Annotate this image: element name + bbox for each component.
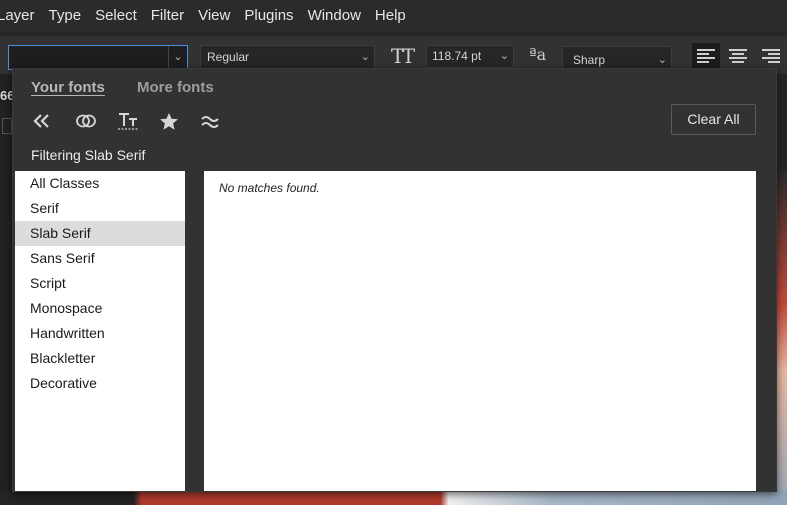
- font-filter-toolbar: [33, 109, 243, 133]
- font-size-icon: TT: [391, 44, 415, 68]
- chevrons-left-icon[interactable]: [33, 109, 75, 133]
- class-item-monospace[interactable]: Monospace: [15, 296, 185, 321]
- ruler-fragment: [2, 118, 12, 134]
- menu-select[interactable]: Select: [88, 1, 144, 31]
- class-item-script[interactable]: Script: [15, 271, 185, 296]
- filter-status-label: Filtering Slab Serif: [31, 147, 146, 163]
- document-area-edge: [0, 74, 12, 505]
- menu-view[interactable]: View: [191, 1, 237, 31]
- class-item-slab-serif[interactable]: Slab Serif: [15, 221, 185, 246]
- font-style-value: Regular: [207, 50, 250, 64]
- anti-alias-icon: ªa: [529, 45, 547, 64]
- menu-help[interactable]: Help: [368, 1, 413, 31]
- tab-more-fonts[interactable]: More fonts: [137, 79, 214, 96]
- class-item-blackletter[interactable]: Blackletter: [15, 346, 185, 371]
- class-item-decorative[interactable]: Decorative: [15, 371, 185, 396]
- class-item-sans-serif[interactable]: Sans Serif: [15, 246, 185, 271]
- font-results-list[interactable]: No matches found.: [204, 171, 756, 491]
- tab-your-fonts[interactable]: Your fonts: [31, 79, 105, 96]
- menu-layer[interactable]: Layer: [0, 1, 42, 31]
- class-item-serif[interactable]: Serif: [15, 196, 185, 221]
- chevron-down-icon: ⌄: [360, 51, 370, 63]
- anti-alias-value: Sharp: [573, 53, 606, 67]
- align-center-icon[interactable]: [729, 49, 747, 65]
- class-item-handwritten[interactable]: Handwritten: [15, 321, 185, 346]
- align-left-icon: [697, 49, 715, 65]
- clear-all-button[interactable]: Clear All: [671, 104, 756, 135]
- menu-plugins[interactable]: Plugins: [237, 1, 300, 31]
- creative-cloud-icon[interactable]: [75, 109, 117, 133]
- font-size-value: 118.74 pt: [432, 49, 482, 63]
- chevron-down-icon: ⌄: [499, 50, 509, 62]
- font-size-input[interactable]: 118.74 pt ⌄: [426, 45, 514, 68]
- font-class-list: All Classes Serif Slab Serif Sans Serif …: [15, 171, 185, 491]
- approx-icon[interactable]: [201, 109, 243, 133]
- similar-fonts-icon[interactable]: [117, 109, 159, 133]
- no-matches-message: No matches found.: [219, 181, 320, 195]
- font-style-select[interactable]: Regular ⌄: [200, 45, 375, 70]
- font-family-input[interactable]: ⌄: [8, 45, 188, 70]
- photoshop-window: Layer Type Select Filter View Plugins Wi…: [0, 0, 787, 505]
- menu-type[interactable]: Type: [42, 1, 89, 31]
- menu-filter[interactable]: Filter: [144, 1, 191, 31]
- font-dropdown-panel: Your fonts More fonts Clear All Filterin…: [12, 68, 777, 492]
- menu-bar: Layer Type Select Filter View Plugins Wi…: [0, 0, 787, 32]
- menu-window[interactable]: Window: [301, 1, 368, 31]
- class-item-all-classes[interactable]: All Classes: [15, 171, 185, 196]
- chevron-down-icon[interactable]: ⌄: [168, 46, 187, 69]
- align-right-icon[interactable]: [762, 49, 780, 65]
- star-icon[interactable]: [159, 109, 201, 133]
- canvas-photo-bottom: [0, 490, 787, 505]
